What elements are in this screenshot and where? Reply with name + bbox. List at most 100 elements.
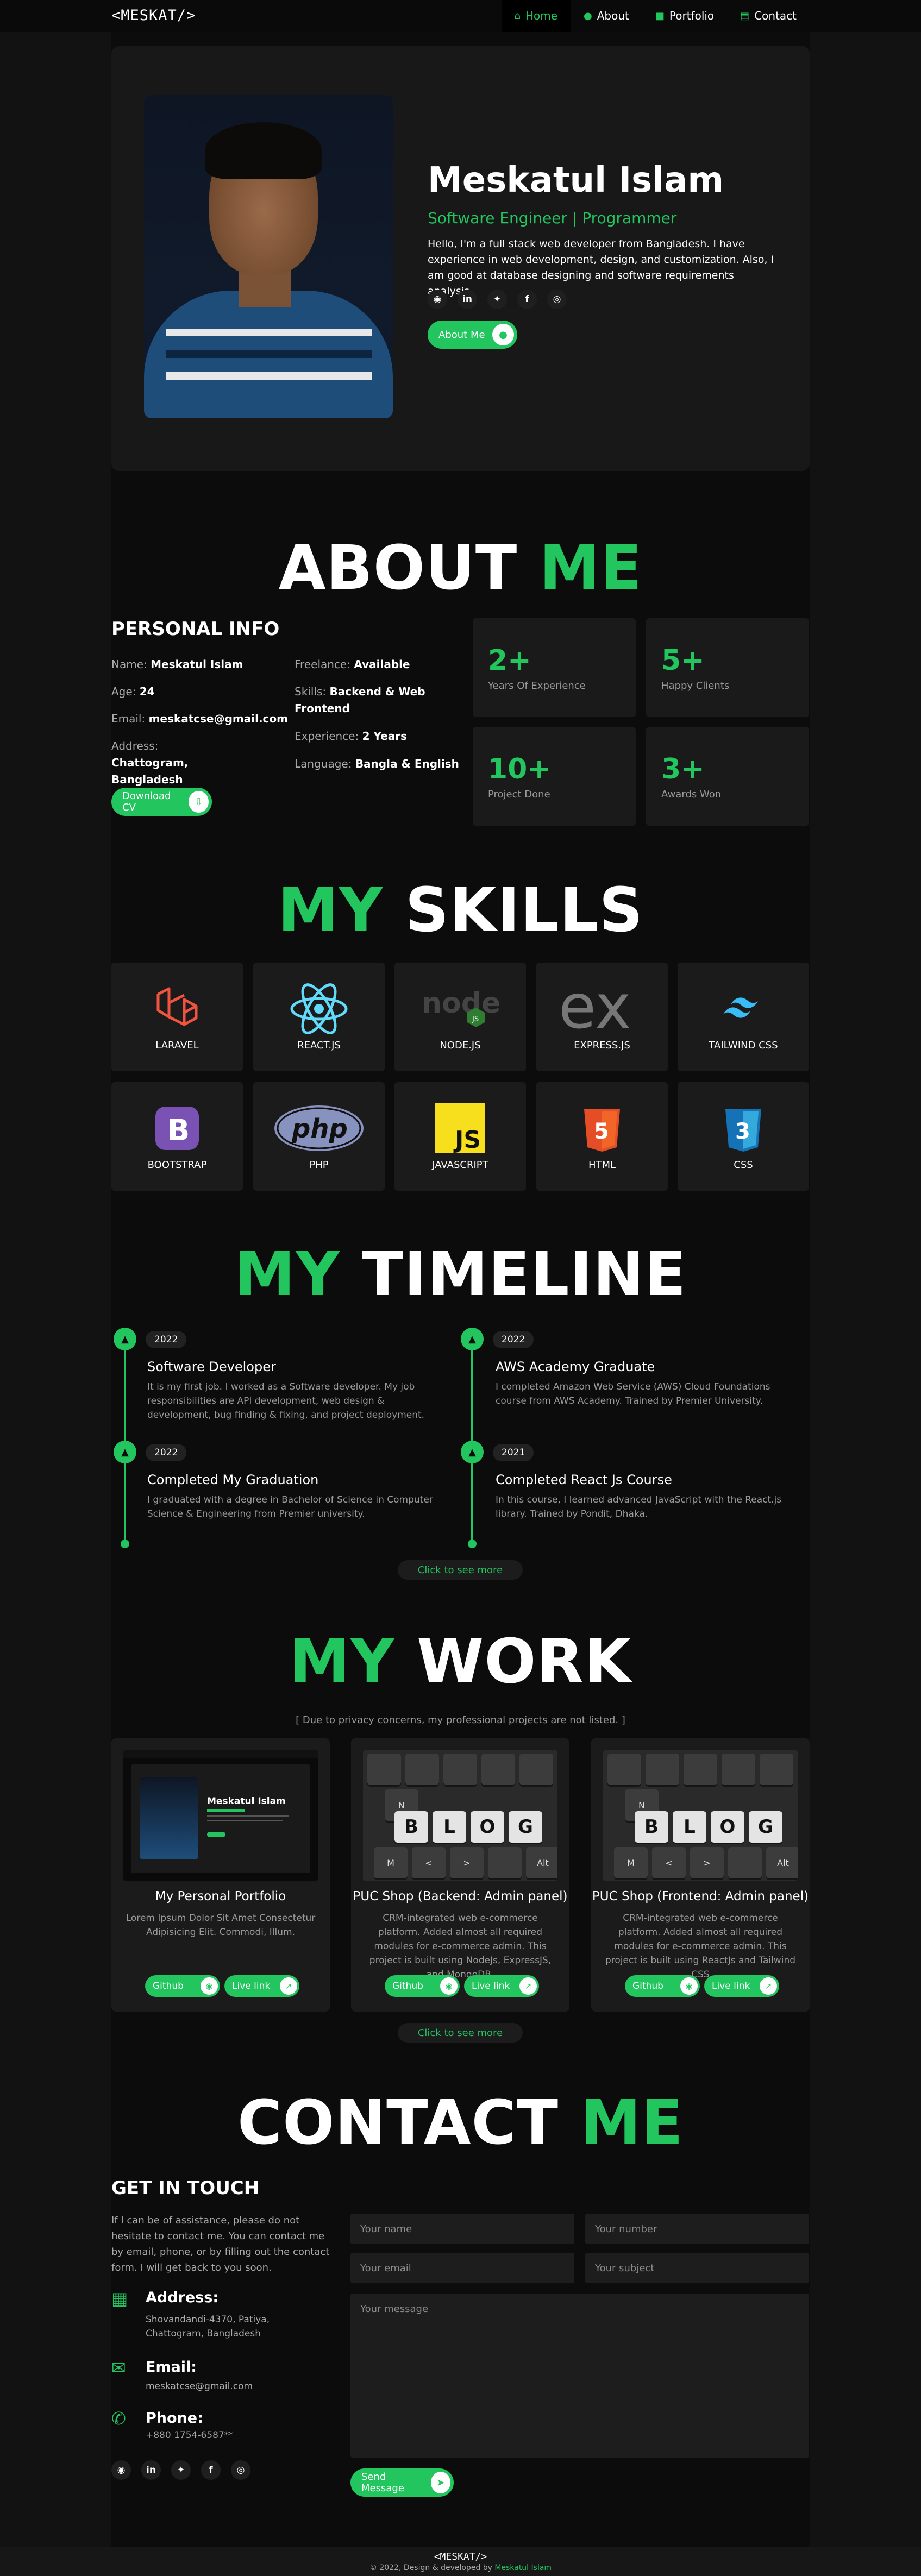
name-input[interactable]: Your name xyxy=(350,2214,574,2244)
key: > xyxy=(690,1847,724,1878)
skills-title-b: SKILLS xyxy=(405,875,644,946)
github-button[interactable]: Github ◉ xyxy=(625,1975,700,1997)
github-button[interactable]: Github ◉ xyxy=(385,1975,460,1997)
key-o: O xyxy=(471,1811,504,1843)
instagram-icon[interactable]: ◎ xyxy=(231,2460,250,2480)
send-message-button[interactable]: Send Message ➤ xyxy=(350,2468,454,2497)
footer-copyright: © 2022, Design & developed by Meskatul I… xyxy=(0,2564,921,2572)
info-key: Email: xyxy=(111,712,146,725)
info-value: 2 Years xyxy=(362,730,407,743)
timeline-more-button[interactable]: Click to see more xyxy=(398,1560,523,1580)
github-label: Github xyxy=(153,1981,184,1991)
privacy-note: [ Due to privacy concerns, my profession… xyxy=(296,1714,625,1726)
nav-contact[interactable]: ▤ Contact xyxy=(727,0,810,32)
twitter-icon[interactable]: ✦ xyxy=(171,2460,191,2480)
github-icon: ◉ xyxy=(440,1977,458,1995)
bootstrap-icon: B xyxy=(111,1098,243,1158)
live-link-button[interactable]: Live link ↗ xyxy=(464,1975,539,1997)
github-button[interactable]: Github ◉ xyxy=(145,1975,220,1997)
key xyxy=(760,1754,793,1785)
work-more-button[interactable]: Click to see more xyxy=(398,2023,523,2043)
twitter-icon[interactable]: ✦ xyxy=(487,290,507,309)
info-age: Age: 24 xyxy=(111,683,155,700)
info-email: Email: meskatcse@gmail.com xyxy=(111,711,288,727)
github-icon: ◉ xyxy=(201,1977,218,1995)
javascript-icon: JS xyxy=(394,1098,526,1158)
stat-number: 2+ xyxy=(488,644,531,677)
laravel-icon xyxy=(111,979,243,1039)
info-language: Language: Bangla & English xyxy=(295,756,459,772)
nav-links: ⌂ Home ● About ■ Portfolio ▤ Contact xyxy=(501,0,810,32)
info-key: Skills: xyxy=(295,685,327,698)
nav-contact-label: Contact xyxy=(754,9,797,22)
skill-card-css: 3 CSS xyxy=(678,1082,809,1191)
timeline-title: MY TIMELINE xyxy=(0,1244,921,1305)
timeline-line-left xyxy=(124,1331,126,1545)
stat-label: Years Of Experience xyxy=(488,680,586,692)
work-title-a: MY xyxy=(289,1626,395,1697)
user-icon: ● xyxy=(492,324,514,345)
about-me-button[interactable]: About Me ● xyxy=(428,321,517,349)
instagram-icon[interactable]: ◎ xyxy=(547,290,567,309)
nav-about[interactable]: ● About xyxy=(571,0,642,32)
facebook-icon[interactable]: f xyxy=(201,2460,221,2480)
project-desc: CRM-integrated web e-commerce platform. … xyxy=(369,1913,552,1980)
linkedin-icon[interactable]: in xyxy=(458,290,477,309)
contact-title-b: ME xyxy=(580,2088,684,2158)
footer-author-link[interactable]: Meskatul Islam xyxy=(494,2564,552,2572)
php-icon: php xyxy=(253,1098,385,1158)
info-key: Language: xyxy=(295,757,352,770)
stat-label: Awards Won xyxy=(661,789,722,800)
subject-input[interactable]: Your subject xyxy=(585,2253,809,2283)
live-link-button[interactable]: Live link ↗ xyxy=(704,1975,779,1997)
stat-number: 3+ xyxy=(661,753,705,786)
skill-name: TAILWIND CSS xyxy=(709,1040,778,1051)
thumb-photo xyxy=(140,1777,198,1859)
key-b: B xyxy=(635,1811,668,1843)
key xyxy=(519,1754,553,1785)
linkedin-icon[interactable]: in xyxy=(141,2460,161,2480)
info-freelance: Freelance: Available xyxy=(295,656,410,673)
timeline-item-title: Completed React Js Course xyxy=(496,1472,672,1487)
get-in-touch-desc: If I can be of assistance, please do not… xyxy=(111,2215,330,2273)
nav-home-label: Home xyxy=(525,9,558,22)
download-cv-button[interactable]: Download CV ⇩ xyxy=(111,788,212,816)
nav-portfolio[interactable]: ■ Portfolio xyxy=(642,0,727,32)
skill-name: REACT.JS xyxy=(297,1040,341,1051)
thumb-text xyxy=(207,1820,283,1821)
email-input[interactable]: Your email xyxy=(350,2253,574,2283)
github-icon[interactable]: ◉ xyxy=(428,290,447,309)
timeline-item-desc: I graduated with a degree in Bachelor of… xyxy=(147,1494,433,1519)
github-icon[interactable]: ◉ xyxy=(111,2460,131,2480)
number-input[interactable]: Your number xyxy=(585,2214,809,2244)
key xyxy=(728,1847,762,1878)
live-link-button[interactable]: Live link ↗ xyxy=(224,1975,299,1997)
graduation-cap-icon: ▲ xyxy=(114,1328,136,1350)
nav-home[interactable]: ⌂ Home xyxy=(501,0,571,32)
graduation-cap-icon: ▲ xyxy=(114,1441,136,1463)
project-title: PUC Shop (Frontend: Admin panel) xyxy=(592,1889,809,1903)
hero-social-links: ◉ in ✦ f ◎ xyxy=(428,290,567,309)
skills-title-a: MY xyxy=(277,875,384,946)
message-textarea[interactable]: Your message xyxy=(350,2294,809,2458)
about-title-b: ME xyxy=(539,533,643,604)
stat-label: Happy Clients xyxy=(661,680,730,692)
timeline-item-title: Software Developer xyxy=(147,1359,276,1374)
thumb-name: Meskatul Islam xyxy=(207,1796,286,1807)
react-icon xyxy=(253,979,385,1039)
project-desc: Lorem Ipsum Dolor Sit Amet Consectetur A… xyxy=(126,1913,316,1938)
photo-stripe xyxy=(166,372,372,380)
key xyxy=(405,1754,439,1785)
info-name: Name: Meskatul Islam xyxy=(111,656,243,673)
timeline-line-right xyxy=(471,1331,473,1545)
facebook-icon[interactable]: f xyxy=(517,290,537,309)
stat-card: 5+ Happy Clients xyxy=(646,618,809,717)
briefcase-icon: ■ xyxy=(655,10,665,22)
about-title: ABOUT ME xyxy=(0,538,921,599)
download-cv-label: Download CV xyxy=(122,790,171,813)
svg-text:5: 5 xyxy=(594,1119,609,1144)
site-logo[interactable]: <MESKAT/> xyxy=(111,7,196,24)
work-title-b: WORK xyxy=(416,1626,632,1697)
key xyxy=(367,1754,401,1785)
contact-title: CONTACT ME xyxy=(0,2093,921,2153)
